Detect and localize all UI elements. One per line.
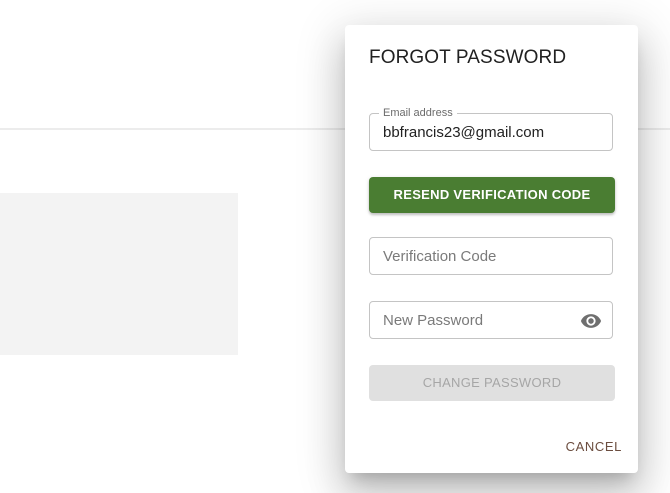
email-field-value[interactable]: bbfrancis23@gmail.com bbox=[383, 124, 544, 142]
dialog-title: FORGOT PASSWORD bbox=[369, 47, 567, 68]
verification-code-placeholder: Verification Code bbox=[383, 248, 497, 265]
resend-verification-code-button[interactable]: RESEND VERIFICATION CODE bbox=[369, 177, 615, 213]
background-panel bbox=[0, 193, 238, 355]
new-password-placeholder: New Password bbox=[383, 312, 484, 329]
new-password-field[interactable]: New Password bbox=[369, 301, 613, 339]
email-field-label: Email address bbox=[379, 106, 457, 120]
eye-icon[interactable] bbox=[580, 310, 602, 332]
forgot-password-dialog: FORGOT PASSWORD Email address bbfrancis2… bbox=[345, 25, 638, 473]
change-password-button[interactable]: CHANGE PASSWORD bbox=[369, 365, 615, 401]
email-field[interactable]: Email address bbfrancis23@gmail.com bbox=[369, 106, 613, 151]
cancel-button[interactable]: CANCEL bbox=[566, 437, 622, 456]
verification-code-field[interactable]: Verification Code bbox=[369, 237, 613, 275]
